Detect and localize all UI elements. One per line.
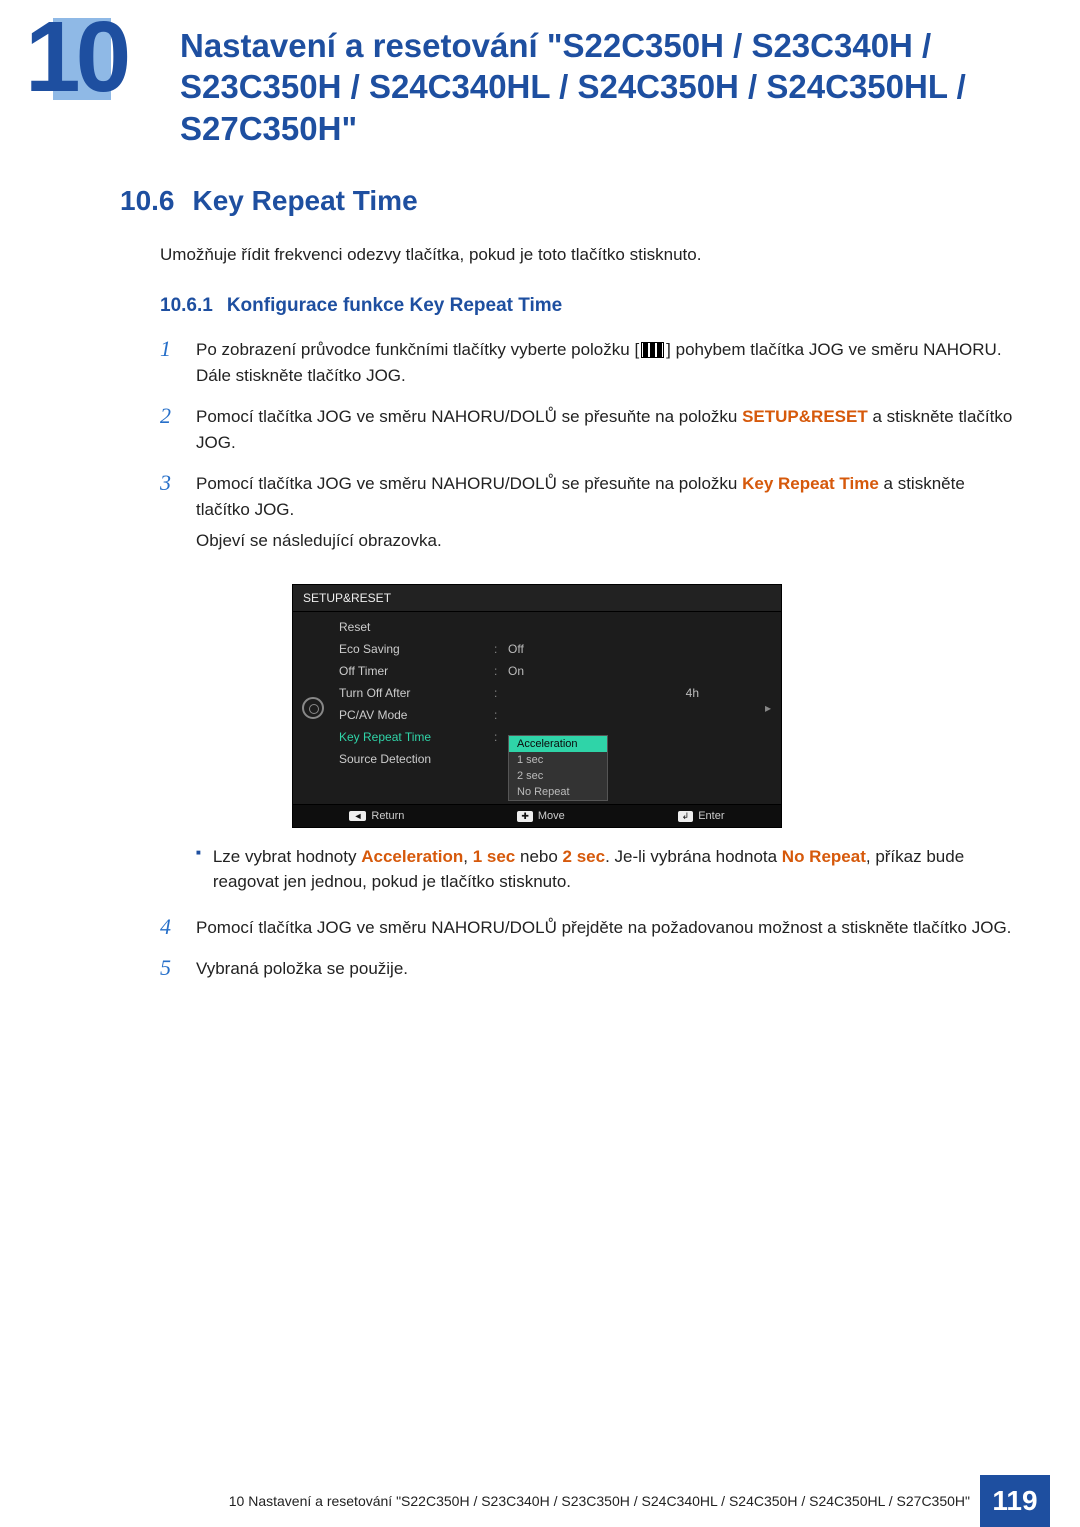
osd-footer: ◄ Return ✚ Move ↲ Enter — [293, 804, 781, 827]
osd-row-pcav: PC/AV Mode : — [333, 704, 755, 726]
popup-option: No Repeat — [509, 784, 607, 800]
subsection-heading: 10.6.1 Konfigurace funkce Key Repeat Tim… — [160, 295, 1020, 317]
step-body: Pomocí tlačítka JOG ve směru NAHORU/DOLŮ… — [196, 404, 1020, 455]
section-heading: 10.6 Key Repeat Time — [120, 185, 1020, 217]
osd-footer-return: Return — [371, 810, 404, 822]
osd-label: Reset — [339, 620, 494, 634]
step-5: 5 Vybraná položka se použije. — [160, 956, 1020, 982]
step-number: 4 — [160, 915, 180, 941]
popup-option: 1 sec — [509, 752, 607, 768]
highlight-acceleration: Acceleration — [361, 847, 463, 866]
osd-right-arrow: ▸ — [755, 612, 781, 804]
step-body: Pomocí tlačítka JOG ve směru NAHORU/DOLŮ… — [196, 471, 1020, 568]
colon: : — [494, 642, 508, 656]
text: nebo — [515, 847, 562, 866]
step-1: 1 Po zobrazení průvodce funkčními tlačít… — [160, 337, 1020, 388]
text: Pomocí tlačítka JOG ve směru NAHORU/DOLŮ… — [196, 407, 742, 426]
highlight-2sec: 2 sec — [563, 847, 606, 866]
text: , — [463, 847, 472, 866]
bullet-note: ■ Lze vybrat hodnoty Acceleration, 1 sec… — [196, 844, 1020, 895]
step-3: 3 Pomocí tlačítka JOG ve směru NAHORU/DO… — [160, 471, 1020, 568]
enter-icon: ↲ — [678, 811, 694, 822]
text: Pomocí tlačítka JOG ve směru NAHORU/DOLŮ… — [196, 474, 742, 493]
chapter-title: Nastavení a resetování "S22C350H / S23C3… — [180, 25, 1080, 149]
osd-row-keyrepeat: Key Repeat Time : Acceleration 1 sec 2 s… — [333, 726, 755, 748]
footer-text: 10 Nastavení a resetování "S22C350H / S2… — [229, 1475, 980, 1527]
step-number: 5 — [160, 956, 180, 982]
colon: : — [494, 664, 508, 678]
bullet-icon: ■ — [196, 844, 201, 895]
subsection-number: 10.6.1 — [160, 295, 213, 317]
move-icon: ✚ — [517, 811, 533, 822]
osd-row-reset: Reset — [333, 616, 755, 638]
osd-label: Eco Saving — [339, 642, 494, 656]
osd-title: SETUP&RESET — [293, 585, 781, 612]
page-number: 119 — [980, 1475, 1050, 1527]
text: Po zobrazení průvodce funkčními tlačítky… — [196, 340, 639, 359]
return-icon: ◄ — [349, 811, 366, 821]
osd-label: Source Detection — [339, 752, 494, 766]
step-number: 1 — [160, 337, 180, 388]
step-2: 2 Pomocí tlačítka JOG ve směru NAHORU/DO… — [160, 404, 1020, 455]
osd-sidebar — [293, 612, 333, 804]
colon: : — [494, 730, 508, 744]
gear-icon — [302, 697, 324, 719]
menu-icon — [641, 342, 664, 358]
osd-value: Off — [508, 642, 749, 656]
step-body: Vybraná položka se použije. — [196, 956, 1020, 982]
page-footer: 10 Nastavení a resetování "S22C350H / S2… — [0, 1475, 1080, 1527]
osd-row-offtimer: Off Timer : On — [333, 660, 755, 682]
text: Lze vybrat hodnoty — [213, 847, 361, 866]
chapter-header: 10 Nastavení a resetování "S22C350H / S2… — [0, 0, 1080, 155]
popup-option: 2 sec — [509, 768, 607, 784]
highlight-1sec: 1 sec — [473, 847, 516, 866]
osd-row-turnoff: Turn Off After : 4h — [333, 682, 755, 704]
step-4: 4 Pomocí tlačítka JOG ve směru NAHORU/DO… — [160, 915, 1020, 941]
osd-label-active: Key Repeat Time — [339, 730, 494, 744]
osd-value: On — [508, 664, 749, 678]
followup-text: Objeví se následující obrazovka. — [196, 528, 1020, 554]
section-title: Key Repeat Time — [193, 185, 418, 217]
chapter-number: 10 — [0, 0, 126, 115]
step-number: 2 — [160, 404, 180, 455]
highlight-setup-reset: SETUP&RESET — [742, 407, 868, 426]
subsection-title: Konfigurace funkce Key Repeat Time — [227, 295, 562, 317]
osd-label: Off Timer — [339, 664, 494, 678]
step-number: 3 — [160, 471, 180, 568]
step-body: Pomocí tlačítka JOG ve směru NAHORU/DOLŮ… — [196, 915, 1020, 941]
highlight-norepeat: No Repeat — [782, 847, 866, 866]
colon: : — [494, 708, 508, 722]
osd-screenshot: SETUP&RESET Reset Eco Saving : — [292, 584, 782, 828]
osd-footer-enter: Enter — [698, 810, 724, 822]
osd-label: PC/AV Mode — [339, 708, 494, 722]
section-description: Umožňuje řídit frekvenci odezvy tlačítka… — [160, 245, 1020, 265]
popup-option-selected: Acceleration — [509, 736, 607, 752]
osd-footer-move: Move — [538, 810, 565, 822]
osd-menu: Reset Eco Saving : Off Off Timer : On — [333, 612, 755, 804]
highlight-key-repeat: Key Repeat Time — [742, 474, 879, 493]
osd-value: 4h — [508, 686, 749, 700]
chevron-right-icon: ▸ — [765, 701, 771, 715]
text: . Je-li vybrána hodnota — [605, 847, 782, 866]
section-number: 10.6 — [120, 185, 175, 217]
colon: : — [494, 686, 508, 700]
step-body: Po zobrazení průvodce funkčními tlačítky… — [196, 337, 1020, 388]
osd-row-eco: Eco Saving : Off — [333, 638, 755, 660]
bullet-text: Lze vybrat hodnoty Acceleration, 1 sec n… — [213, 844, 1020, 895]
osd-label: Turn Off After — [339, 686, 494, 700]
